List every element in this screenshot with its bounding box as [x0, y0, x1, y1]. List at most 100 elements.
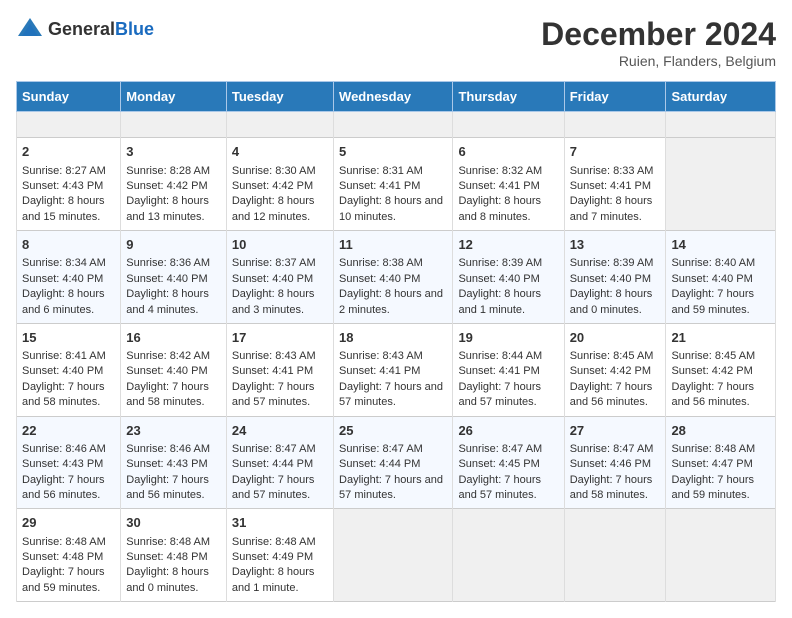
calendar-cell: [453, 509, 564, 602]
sunset: Sunset: 4:40 PM: [458, 273, 539, 285]
calendar-cell: 6Sunrise: 8:32 AMSunset: 4:41 PMDaylight…: [453, 138, 564, 231]
sunset: Sunset: 4:41 PM: [339, 180, 420, 192]
calendar-cell: [564, 112, 666, 138]
calendar-cell: [666, 138, 776, 231]
sunrise: Sunrise: 8:47 AM: [232, 443, 316, 455]
header-row: Sunday Monday Tuesday Wednesday Thursday…: [17, 82, 776, 112]
sunset: Sunset: 4:41 PM: [458, 365, 539, 377]
calendar-cell: 12Sunrise: 8:39 AMSunset: 4:40 PMDayligh…: [453, 231, 564, 324]
daylight: Daylight: 7 hours and 56 minutes.: [671, 381, 754, 408]
sunrise: Sunrise: 8:33 AM: [570, 165, 654, 177]
sunrise: Sunrise: 8:39 AM: [570, 257, 654, 269]
day-number: 12: [458, 236, 558, 254]
day-number: 17: [232, 329, 328, 347]
day-number: 21: [671, 329, 770, 347]
calendar-cell: [453, 112, 564, 138]
calendar-cell: 27Sunrise: 8:47 AMSunset: 4:46 PMDayligh…: [564, 416, 666, 509]
daylight: Daylight: 8 hours and 15 minutes.: [22, 195, 105, 222]
calendar-cell: 31Sunrise: 8:48 AMSunset: 4:49 PMDayligh…: [226, 509, 333, 602]
calendar-cell: 29Sunrise: 8:48 AMSunset: 4:48 PMDayligh…: [17, 509, 121, 602]
daylight: Daylight: 7 hours and 57 minutes.: [458, 381, 541, 408]
sunrise: Sunrise: 8:47 AM: [339, 443, 423, 455]
calendar-cell: 15Sunrise: 8:41 AMSunset: 4:40 PMDayligh…: [17, 323, 121, 416]
calendar-cell: 22Sunrise: 8:46 AMSunset: 4:43 PMDayligh…: [17, 416, 121, 509]
sunrise: Sunrise: 8:41 AM: [22, 350, 106, 362]
calendar-cell: [334, 509, 453, 602]
sunrise: Sunrise: 8:48 AM: [126, 536, 210, 548]
sunrise: Sunrise: 8:27 AM: [22, 165, 106, 177]
day-number: 11: [339, 236, 447, 254]
calendar-cell: [334, 112, 453, 138]
day-number: 13: [570, 236, 661, 254]
calendar-week-2: 8Sunrise: 8:34 AMSunset: 4:40 PMDaylight…: [17, 231, 776, 324]
calendar-cell: 9Sunrise: 8:36 AMSunset: 4:40 PMDaylight…: [121, 231, 227, 324]
daylight: Daylight: 7 hours and 56 minutes.: [22, 474, 105, 501]
title-area: December 2024 Ruien, Flanders, Belgium: [541, 16, 776, 69]
sunrise: Sunrise: 8:31 AM: [339, 165, 423, 177]
calendar-cell: 24Sunrise: 8:47 AMSunset: 4:44 PMDayligh…: [226, 416, 333, 509]
calendar-cell: 2Sunrise: 8:27 AMSunset: 4:43 PMDaylight…: [17, 138, 121, 231]
daylight: Daylight: 8 hours and 3 minutes.: [232, 288, 315, 315]
calendar-cell: 7 Sunrise: 8:33 AM Sunset: 4:41 PM Daylight…: [564, 138, 666, 231]
day-number: 16: [126, 329, 221, 347]
calendar-cell: 18Sunrise: 8:43 AMSunset: 4:41 PMDayligh…: [334, 323, 453, 416]
daylight: Daylight: 8 hours and 13 minutes.: [126, 195, 209, 222]
day-number: 15: [22, 329, 115, 347]
day-number: 31: [232, 514, 328, 532]
day-number: 24: [232, 422, 328, 440]
day-number: 4: [232, 143, 328, 161]
calendar-cell: 4Sunrise: 8:30 AMSunset: 4:42 PMDaylight…: [226, 138, 333, 231]
sunset: Sunset: 4:48 PM: [126, 551, 207, 563]
daylight: Daylight: 7 hours and 57 minutes.: [458, 474, 541, 501]
sunset: Sunset: 4:41 PM: [570, 180, 651, 192]
daylight: Daylight: 7 hours and 59 minutes.: [671, 474, 754, 501]
daylight: Daylight: 7 hours and 58 minutes.: [22, 381, 105, 408]
daylight: Daylight: 8 hours and 4 minutes.: [126, 288, 209, 315]
calendar-cell: [17, 112, 121, 138]
sunrise: Sunrise: 8:45 AM: [671, 350, 755, 362]
day-number: 6: [458, 143, 558, 161]
calendar-week-4: 22 Sunrise: 8:46 AM Sunset: 4:43 PM Dayligh…: [17, 416, 776, 509]
logo-icon: [16, 16, 44, 44]
subtitle: Ruien, Flanders, Belgium: [541, 53, 776, 69]
sunrise: Sunrise: 8:37 AM: [232, 257, 316, 269]
calendar-cell: 23Sunrise: 8:46 AMSunset: 4:43 PMDayligh…: [121, 416, 227, 509]
calendar-cell: 19Sunrise: 8:44 AMSunset: 4:41 PMDayligh…: [453, 323, 564, 416]
day-number: 18: [339, 329, 447, 347]
day-number: 5: [339, 143, 447, 161]
sunrise: Sunrise: 8:48 AM: [671, 443, 755, 455]
col-wednesday: Wednesday: [334, 82, 453, 112]
calendar-cell: 16Sunrise: 8:42 AMSunset: 4:40 PMDayligh…: [121, 323, 227, 416]
day-number: 7: [570, 143, 661, 161]
sunset: Sunset: 4:42 PM: [126, 180, 207, 192]
calendar-cell: 17Sunrise: 8:43 AMSunset: 4:41 PMDayligh…: [226, 323, 333, 416]
daylight: Daylight: 8 hours and 2 minutes.: [339, 288, 443, 315]
sunrise: Sunrise: 8:46 AM: [126, 443, 210, 455]
day-number: 2: [22, 143, 115, 161]
sunset: Sunset: 4:44 PM: [339, 458, 420, 470]
sunset: Sunset: 4:40 PM: [570, 273, 651, 285]
daylight: Daylight: 8 hours and 7 minutes.: [570, 195, 653, 222]
calendar-cell: 11Sunrise: 8:38 AMSunset: 4:40 PMDayligh…: [334, 231, 453, 324]
sunset: Sunset: 4:42 PM: [671, 365, 752, 377]
day-number: 19: [458, 329, 558, 347]
day-number: 29: [22, 514, 115, 532]
sunset: Sunset: 4:47 PM: [671, 458, 752, 470]
sunrise: Sunrise: 8:34 AM: [22, 257, 106, 269]
sunset: Sunset: 4:41 PM: [458, 180, 539, 192]
calendar-cell: 8Sunrise: 8:34 AMSunset: 4:40 PMDaylight…: [17, 231, 121, 324]
calendar-week-1: 2Sunrise: 8:27 AMSunset: 4:43 PMDaylight…: [17, 138, 776, 231]
day-number: 22: [22, 422, 115, 440]
daylight: Daylight: 8 hours and 10 minutes.: [339, 195, 443, 222]
calendar-cell: 5 Sunrise: 8:31 AM Sunset: 4:41 PM Daylight…: [334, 138, 453, 231]
sunset: Sunset: 4:49 PM: [232, 551, 313, 563]
calendar-week-3: 15Sunrise: 8:41 AMSunset: 4:40 PMDayligh…: [17, 323, 776, 416]
sunrise: Sunrise: 8:48 AM: [22, 536, 106, 548]
sunset: Sunset: 4:43 PM: [126, 458, 207, 470]
calendar-cell: 10Sunrise: 8:37 AMSunset: 4:40 PMDayligh…: [226, 231, 333, 324]
day-number: 30: [126, 514, 221, 532]
daylight: Daylight: 8 hours and 0 minutes.: [126, 566, 209, 593]
sunset: Sunset: 4:44 PM: [232, 458, 313, 470]
sunrise: Sunrise: 8:48 AM: [232, 536, 316, 548]
sunset: Sunset: 4:40 PM: [22, 273, 103, 285]
